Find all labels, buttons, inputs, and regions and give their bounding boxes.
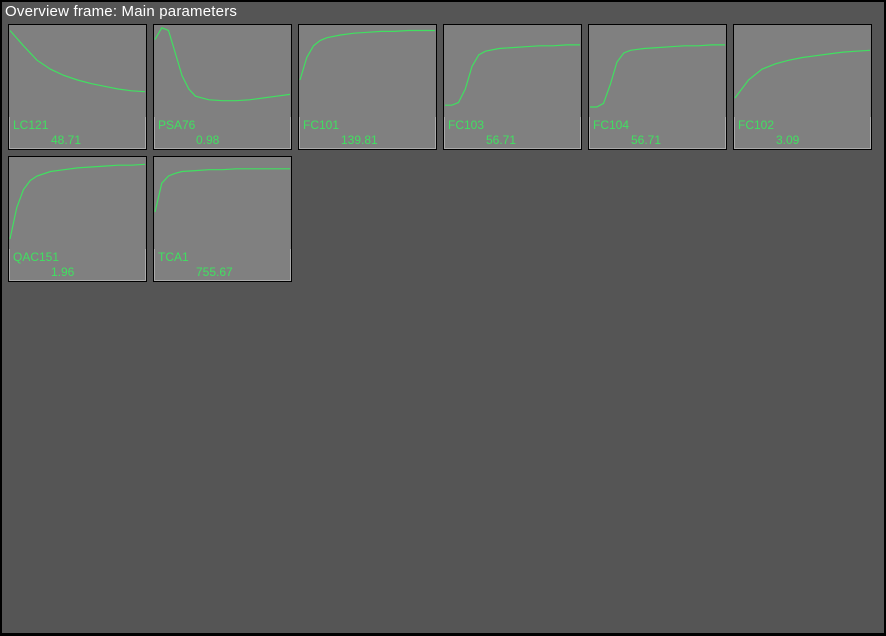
tile-label: FC102 [734,118,871,132]
tile-value: 0.98 [154,133,291,147]
tile-chart [734,25,871,117]
tile-value: 48.71 [9,133,146,147]
tile-label: TCA1 [154,250,291,264]
tile-label: FC101 [299,118,436,132]
tile-chart [154,25,291,117]
overview-frame: Overview frame: Main parameters LC121 48… [1,1,885,634]
tile-value: 755.67 [154,265,291,279]
tile-label: LC121 [9,118,146,132]
tile-chart [154,157,291,249]
tile-value: 3.09 [734,133,871,147]
tile-chart [9,157,146,249]
tile-value: 56.71 [589,133,726,147]
tile-qac151[interactable]: QAC151 1.96 [8,156,147,282]
tile-chart [589,25,726,117]
tile-grid: LC121 48.71 PSA76 0.98 FC101 139.81 FC10… [8,24,886,282]
tile-fc102[interactable]: FC102 3.09 [733,24,872,150]
tile-chart [9,25,146,117]
tile-psa76[interactable]: PSA76 0.98 [153,24,292,150]
tile-label: QAC151 [9,250,146,264]
tile-value: 56.71 [444,133,581,147]
tile-label: FC103 [444,118,581,132]
tile-fc104[interactable]: FC104 56.71 [588,24,727,150]
tile-chart [299,25,436,117]
tile-chart [444,25,581,117]
tile-fc101[interactable]: FC101 139.81 [298,24,437,150]
tile-label: FC104 [589,118,726,132]
tile-value: 1.96 [9,265,146,279]
tile-value: 139.81 [299,133,436,147]
tile-tca1[interactable]: TCA1 755.67 [153,156,292,282]
tile-lc121[interactable]: LC121 48.71 [8,24,147,150]
tile-fc103[interactable]: FC103 56.71 [443,24,582,150]
frame-title: Overview frame: Main parameters [5,3,237,20]
tile-label: PSA76 [154,118,291,132]
